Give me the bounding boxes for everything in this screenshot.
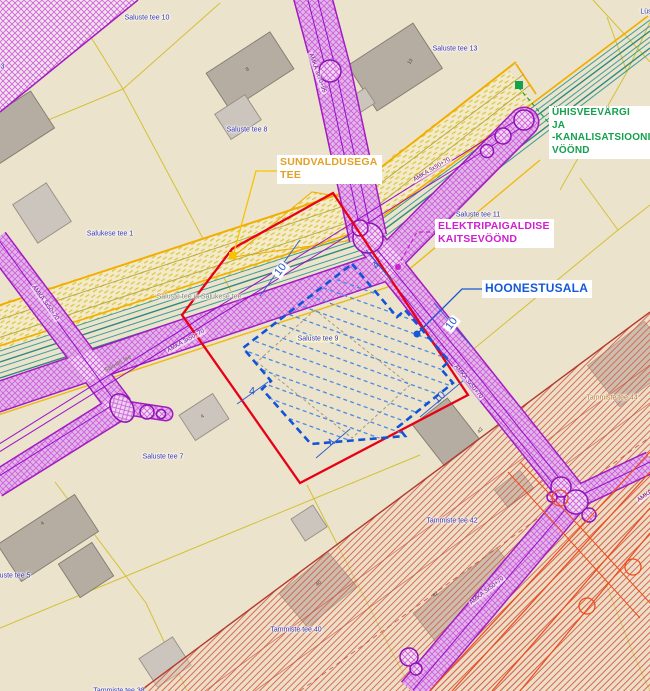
parcel-label: Saluste tee 7 — [143, 454, 184, 461]
parcel-label: Tammiste tee 40 — [270, 627, 321, 634]
parcel-label: Saluste tee 5 — [0, 573, 30, 580]
map-graphics — [0, 0, 650, 691]
callout-line: KAITSEVÖÖND — [438, 233, 550, 246]
dimension-label: 4 — [249, 387, 255, 398]
callout-line: HOONESTUSALA — [485, 281, 588, 296]
magenta-marker — [395, 264, 401, 270]
callout-hoonestusala: HOONESTUSALA — [482, 280, 592, 298]
parcel-label: Tammiste tee 42 — [426, 518, 477, 525]
road-junction-label: Saluste tee ja Salukese tee — [157, 294, 242, 301]
green-marker — [515, 81, 523, 89]
parcel-label: Lüst — [640, 9, 650, 16]
blue-marker — [414, 331, 421, 338]
parcel-label: Tammiste tee 44 — [586, 395, 637, 402]
callout-sundvaldusega-tee: SUNDVALDUSEGA TEE — [277, 155, 382, 184]
callout-line: ELEKTRIPAIGALDISE — [438, 220, 550, 233]
parcel-label: Saluste tee 9 — [297, 336, 340, 343]
callout-line: SUNDVALDUSEGA — [280, 156, 378, 169]
callout-line: ÜHISVEEVÄRGI — [552, 107, 650, 120]
callout-line: VÖÖND — [552, 145, 650, 158]
parcel-label: Saluste tee 13 — [433, 46, 478, 53]
callout-line: TEE — [280, 169, 378, 182]
footprint-dashed-gray — [257, 310, 410, 438]
parcel-label: Saluste tee 8 — [227, 127, 268, 134]
callout-line: -KANALISATSIOONI — [552, 132, 650, 145]
yellow-marker — [229, 252, 237, 260]
map-canvas[interactable]: Saluste tee 10 Saluste tee 8 Saluste tee… — [0, 0, 650, 691]
parcel-label: Saluste tee 10 — [125, 15, 170, 22]
callout-elektripaigaldise-kaitsevoond: ELEKTRIPAIGALDISE KAITSEVÖÖND — [435, 219, 554, 248]
callout-line: JA — [552, 120, 650, 133]
building — [13, 183, 72, 243]
parcel-label: Tammiste tee 38 — [93, 688, 144, 691]
parcel-label: Saluste tee 11 — [456, 212, 500, 219]
parcel-label: Salukese tee 1 — [87, 231, 133, 238]
callout-uhisveevargi-voond: ÜHISVEEVÄRGI JA -KANALISATSIOONI VÖÖND — [549, 106, 650, 159]
building — [291, 505, 327, 541]
parcel-label: Saluste tee 3 — [0, 64, 4, 71]
